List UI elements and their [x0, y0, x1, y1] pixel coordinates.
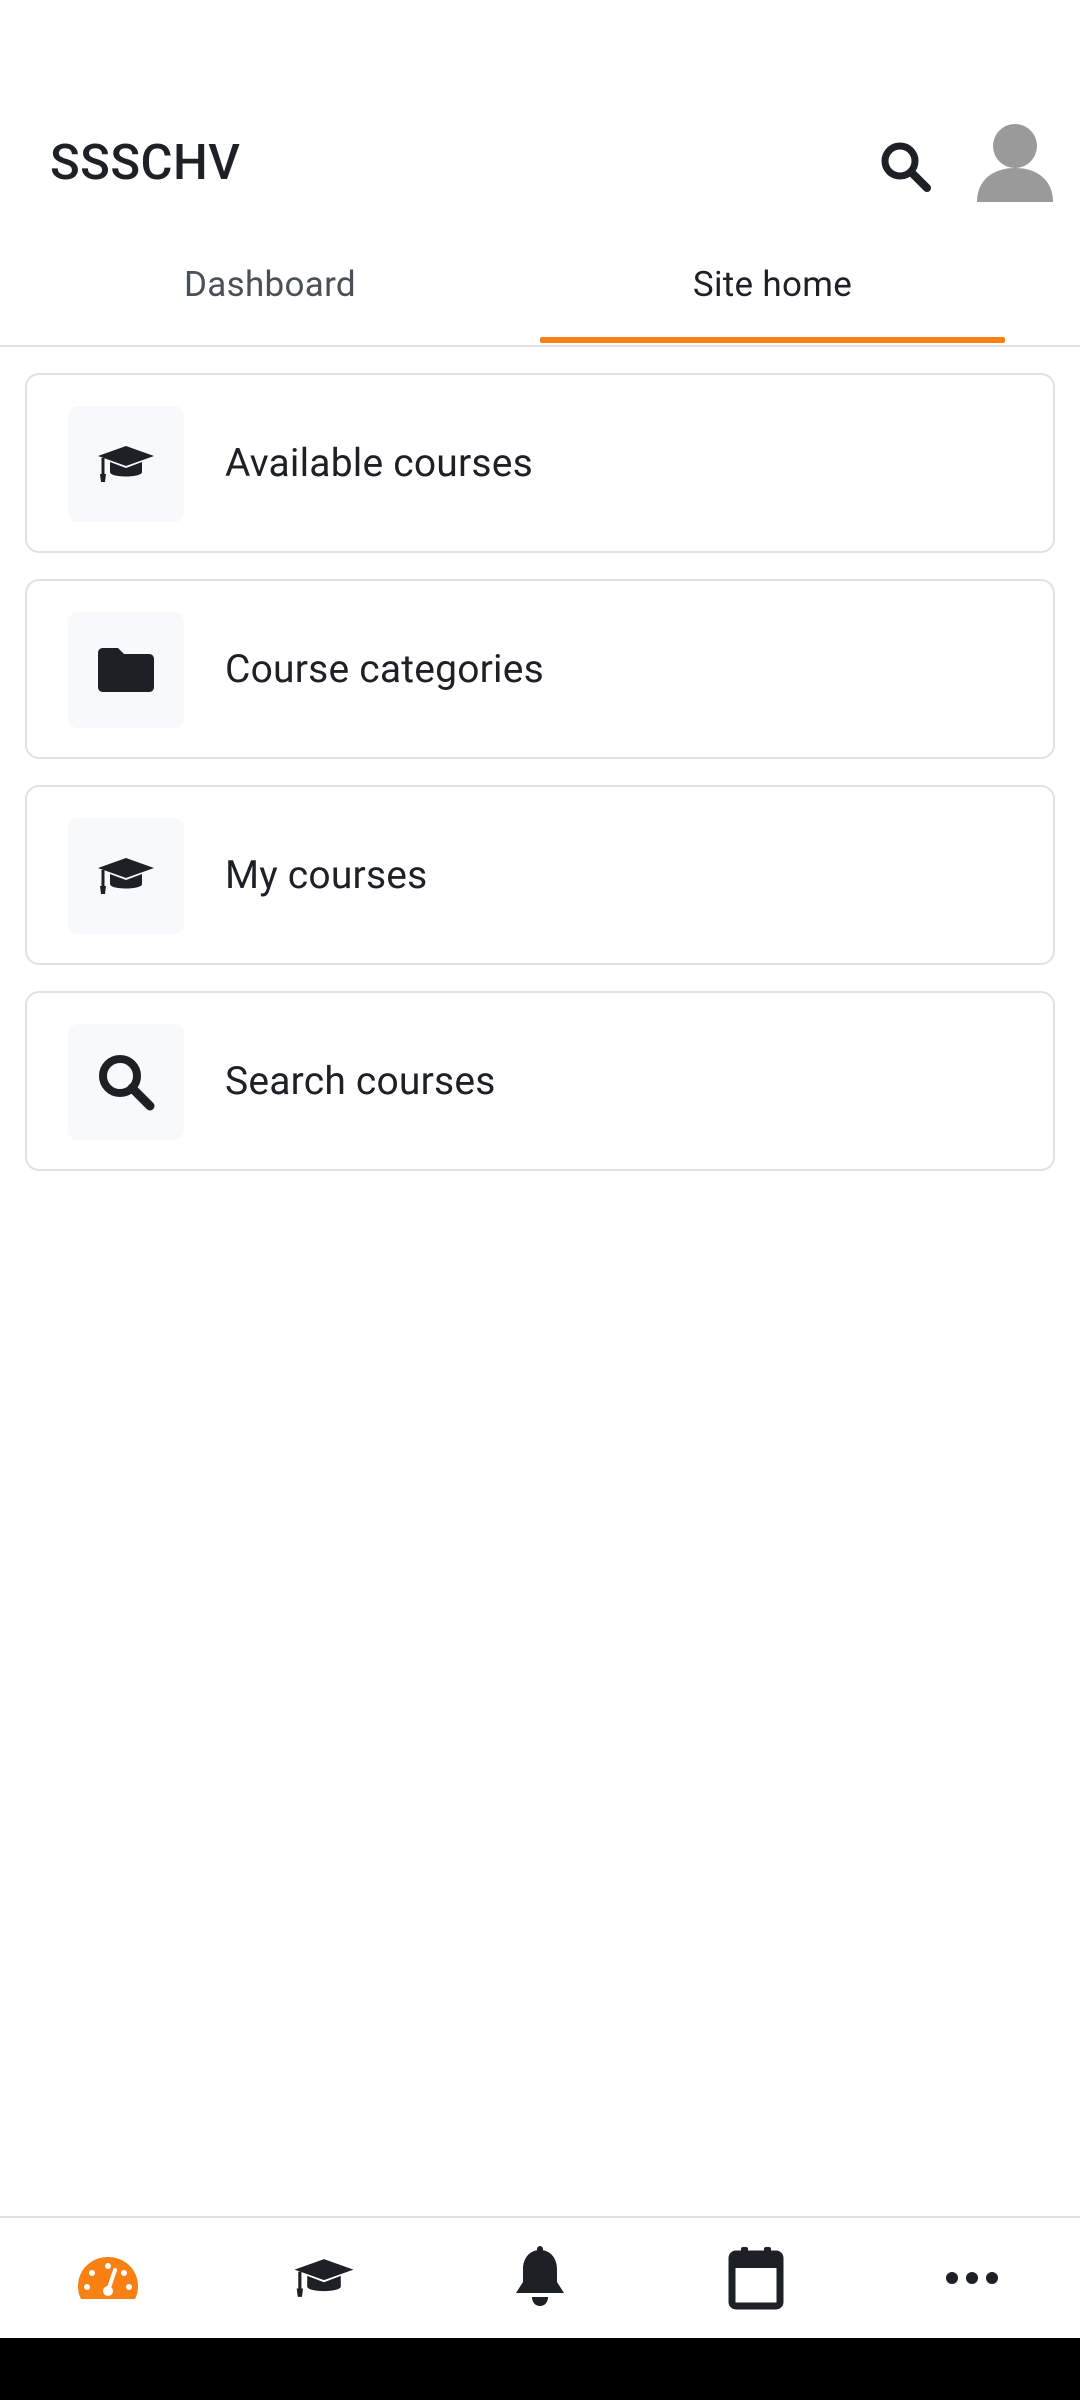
menu-item-label: Available courses — [225, 440, 533, 486]
nav-more-button[interactable] — [864, 2218, 1080, 2338]
dashboard-gauge-icon — [78, 2257, 138, 2299]
nav-my-courses-button[interactable] — [216, 2218, 432, 2338]
menu-item-label: Course categories — [225, 646, 544, 692]
menu-item-course-categories[interactable]: Course categories — [25, 579, 1055, 759]
tab-dashboard[interactable]: Dashboard — [0, 224, 540, 345]
tab-bar: Dashboard Site home — [0, 224, 1080, 347]
menu-icon-container — [68, 818, 184, 934]
more-dots-icon — [946, 2272, 998, 2284]
folder-icon — [98, 648, 154, 692]
bottom-navigation — [0, 2216, 1080, 2338]
graduation-cap-icon — [98, 858, 154, 894]
menu-icon-container — [68, 612, 184, 728]
menu-item-label: My courses — [225, 852, 428, 898]
nav-notifications-button[interactable] — [432, 2218, 648, 2338]
search-icon — [99, 1055, 155, 1111]
app-header: SSSCHV — [0, 100, 1080, 224]
nav-calendar-button[interactable] — [648, 2218, 864, 2338]
tab-site-home[interactable]: Site home — [540, 224, 1005, 345]
menu-item-available-courses[interactable]: Available courses — [25, 373, 1055, 553]
system-navigation-bar — [0, 2338, 1080, 2400]
nav-dashboard-button[interactable] — [0, 2218, 216, 2338]
graduation-cap-icon — [294, 2259, 354, 2297]
search-button[interactable] — [871, 132, 941, 202]
graduation-cap-icon — [98, 446, 154, 482]
active-tab-indicator — [540, 337, 1005, 343]
site-title: SSSCHV — [50, 134, 241, 191]
menu-icon-container — [68, 406, 184, 522]
menu-item-label: Search courses — [225, 1058, 496, 1104]
user-avatar-button[interactable] — [975, 120, 1055, 206]
menu-icon-container — [68, 1024, 184, 1140]
menu-item-my-courses[interactable]: My courses — [25, 785, 1055, 965]
user-avatar-icon — [977, 124, 1053, 202]
bell-icon — [516, 2246, 564, 2306]
status-bar — [0, 0, 1080, 100]
menu-item-search-courses[interactable]: Search courses — [25, 991, 1055, 1171]
site-home-menu: Available courses Course categories My c… — [25, 373, 1055, 1197]
calendar-icon — [728, 2247, 784, 2310]
search-icon — [881, 142, 931, 192]
